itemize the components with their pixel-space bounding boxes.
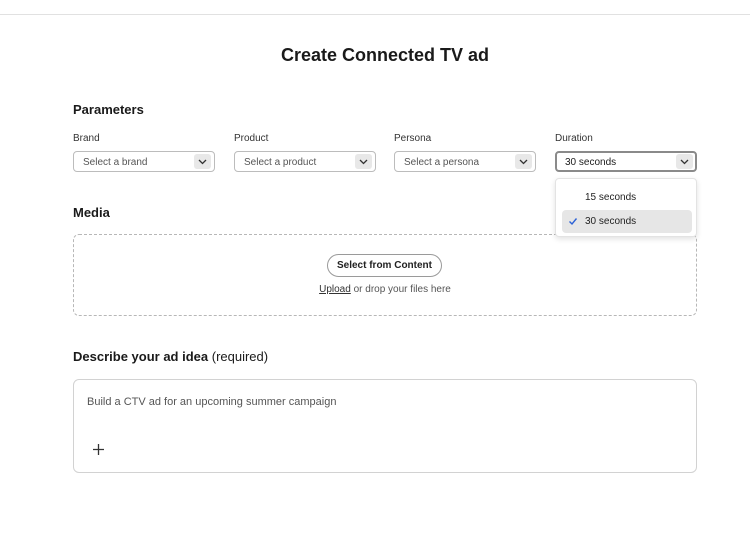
checkmark-icon (568, 210, 578, 242)
chevron-down-icon (515, 154, 532, 169)
product-select-value: Select a product (244, 157, 317, 168)
duration-option-15[interactable]: 15 seconds (562, 186, 692, 209)
duration-dropdown-menu: 15 seconds 30 seconds (555, 178, 697, 237)
top-divider (0, 14, 750, 15)
duration-label: Duration (555, 133, 593, 144)
required-indicator: (required) (208, 349, 269, 364)
ad-idea-heading-label: Describe your ad idea (73, 349, 209, 364)
page-title: Create Connected TV ad (280, 45, 490, 65)
duration-option-label: 15 seconds (585, 192, 637, 203)
brand-label: Brand (73, 133, 100, 144)
persona-label: Persona (394, 133, 432, 144)
duration-select[interactable]: 30 seconds (555, 151, 697, 172)
persona-select-value: Select a persona (404, 157, 480, 168)
select-from-content-button[interactable]: Select from Content (327, 254, 442, 277)
ad-idea-heading: Describe your ad idea (required) (73, 349, 268, 364)
brand-select[interactable]: Select a brand (73, 151, 215, 172)
duration-option-label: 30 seconds (585, 216, 637, 227)
ad-idea-input[interactable]: Build a CTV ad for an upcoming summer ca… (73, 379, 697, 473)
add-button[interactable] (87, 438, 109, 460)
persona-select[interactable]: Select a persona (394, 151, 536, 172)
media-heading: Media (73, 205, 110, 220)
chevron-down-icon (194, 154, 211, 169)
upload-link[interactable]: Upload (319, 284, 351, 295)
ad-idea-text: Build a CTV ad for an upcoming summer ca… (87, 396, 337, 408)
plus-icon (92, 443, 104, 455)
chevron-down-icon (355, 154, 372, 169)
upload-hint-text: or drop your files here (350, 284, 451, 295)
upload-hint: Upload or drop your files here (0, 284, 750, 295)
parameters-heading: Parameters (73, 102, 144, 117)
brand-select-value: Select a brand (83, 157, 148, 168)
product-label: Product (234, 133, 269, 144)
duration-option-30[interactable]: 30 seconds (562, 210, 692, 233)
chevron-down-icon (676, 154, 693, 169)
product-select[interactable]: Select a product (234, 151, 376, 172)
duration-select-value: 30 seconds (565, 157, 617, 168)
